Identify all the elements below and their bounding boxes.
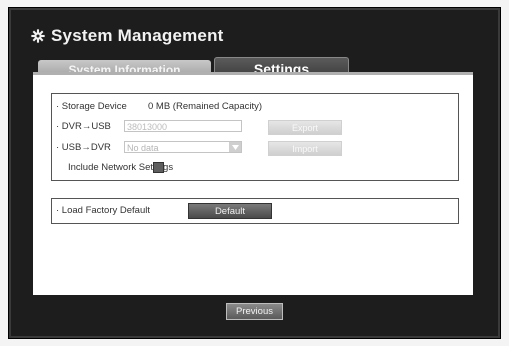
dvr-usb-label: · DVR→USB bbox=[56, 121, 111, 132]
chevron-down-icon bbox=[229, 142, 241, 152]
export-button-label: Export bbox=[291, 122, 318, 133]
import-button-label: Import bbox=[292, 143, 318, 154]
usb-dvr-label: · USB→DVR bbox=[56, 142, 111, 153]
export-filename-value: 38013000 bbox=[127, 122, 168, 132]
window-title-text: System Management bbox=[51, 26, 224, 45]
window-title: System Management bbox=[31, 26, 224, 46]
settings-panel: · Storage Device 0 MB (Remained Capacity… bbox=[33, 72, 473, 295]
backup-restore-group: · Storage Device 0 MB (Remained Capacity… bbox=[51, 93, 459, 181]
previous-button[interactable]: Previous bbox=[226, 303, 283, 320]
previous-button-label: Previous bbox=[236, 306, 273, 317]
storage-device-label: · Storage Device bbox=[56, 101, 127, 112]
factory-default-group: · Load Factory Default Default bbox=[51, 198, 459, 224]
include-network-checkbox[interactable] bbox=[153, 162, 164, 173]
export-filename-field[interactable]: 38013000 bbox=[124, 120, 242, 132]
default-button-label: Default bbox=[214, 205, 246, 217]
default-button[interactable]: Default bbox=[188, 203, 272, 219]
import-file-select[interactable]: No data bbox=[124, 141, 242, 153]
export-button[interactable]: Export bbox=[268, 120, 342, 135]
storage-device-value: 0 MB (Remained Capacity) bbox=[148, 101, 263, 112]
load-factory-default-label: · Load Factory Default bbox=[56, 205, 150, 216]
gear-icon bbox=[31, 29, 45, 43]
import-button[interactable]: Import bbox=[268, 141, 342, 156]
import-file-value: No data bbox=[127, 143, 159, 153]
